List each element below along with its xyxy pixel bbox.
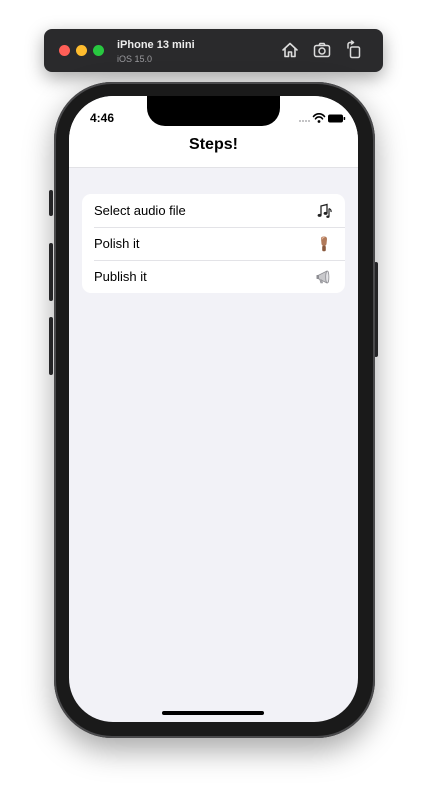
home-indicator[interactable] — [162, 711, 264, 715]
list-item-label: Polish it — [94, 236, 140, 251]
device-name: iPhone 13 mini — [117, 39, 195, 51]
notch — [147, 96, 280, 126]
navigation-bar: 4:46 Steps! — [69, 96, 358, 168]
list-item-label: Select audio file — [94, 203, 186, 218]
status-icons — [298, 112, 346, 124]
megaphone-icon — [315, 268, 333, 286]
rotate-icon[interactable] — [344, 40, 364, 60]
mute-switch — [49, 190, 53, 216]
close-window-button[interactable] — [59, 45, 70, 56]
wifi-icon — [312, 113, 326, 123]
minimize-window-button[interactable] — [76, 45, 87, 56]
page-title: Steps! — [189, 136, 238, 153]
list-item-publish-it[interactable]: Publish it — [82, 260, 345, 293]
musical-notes-icon — [315, 202, 333, 220]
simulator-window: iPhone 13 mini iOS 15.0 4:46 Steps! Sele… — [0, 0, 427, 798]
list-item-select-audio-file[interactable]: Select audio file — [82, 194, 345, 227]
zoom-window-button[interactable] — [93, 45, 104, 56]
battery-icon — [328, 114, 346, 123]
volume-up-button — [49, 243, 53, 301]
nail-polish-icon — [315, 235, 333, 253]
signal-icon — [299, 120, 310, 122]
os-version: iOS 15.0 — [117, 54, 153, 64]
status-time: 4:46 — [90, 111, 115, 125]
volume-down-button — [49, 317, 53, 375]
list-item-label: Publish it — [94, 269, 147, 284]
screenshot-icon[interactable] — [312, 40, 332, 60]
simulator-toolbar: iPhone 13 mini iOS 15.0 — [44, 29, 383, 72]
home-icon[interactable] — [280, 40, 300, 60]
steps-list: Select audio file Polish it Publish it — [82, 194, 345, 293]
phone-screen: 4:46 Steps! Select audio file Polish it … — [69, 96, 358, 722]
list-item-polish-it[interactable]: Polish it — [82, 227, 345, 260]
